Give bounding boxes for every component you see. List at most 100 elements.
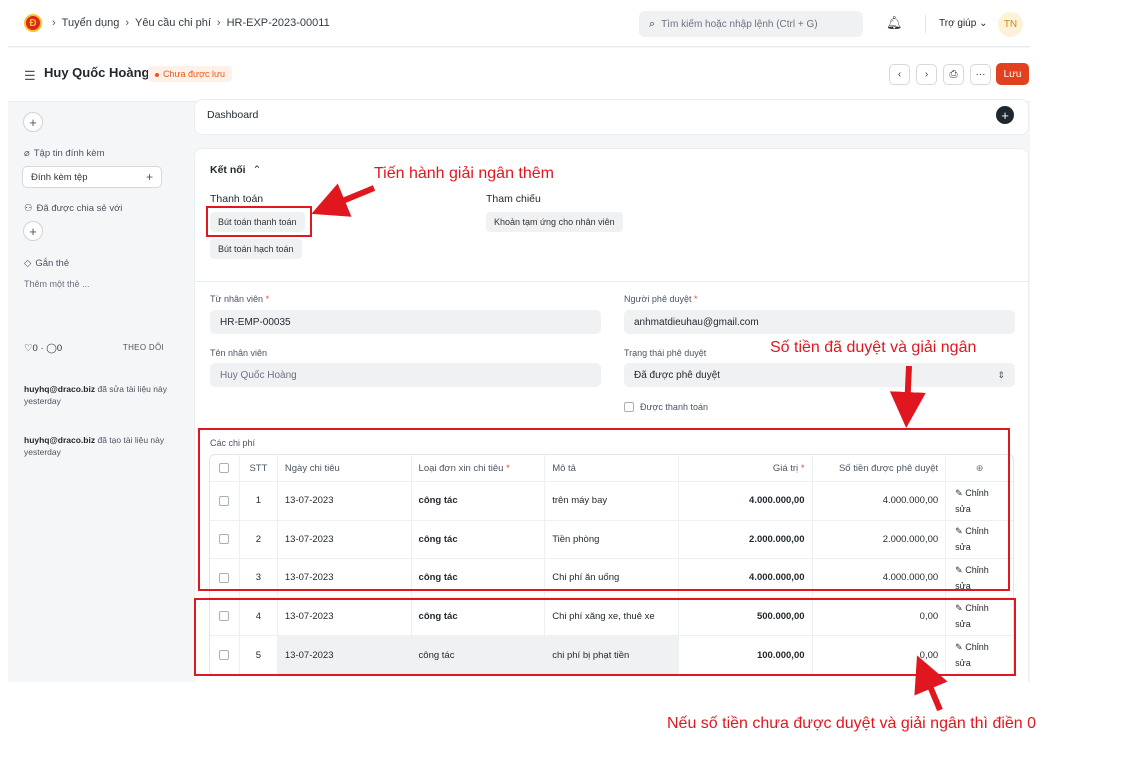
note-disburse-more: Tiến hành giải ngân thêm [374, 165, 554, 182]
likes-count: 0 [32, 343, 38, 354]
highlight-approved-rows [198, 428, 1010, 591]
required-mark: * [265, 294, 270, 304]
connections-title-text: Kết nối [210, 164, 246, 176]
shared-with-text: Đã được chia sẻ với [36, 203, 123, 214]
employee-advance-link[interactable]: Khoản tạm ứng cho nhân viên [486, 212, 623, 232]
help-label: Trợ giúp [939, 18, 977, 29]
employee-field[interactable]: HR-EMP-00035 [210, 310, 601, 334]
tags-text: Gắn thẻ [35, 258, 70, 269]
plus-icon: + [145, 170, 153, 184]
dashboard-toggle-button[interactable]: + [996, 106, 1014, 124]
activity-item: huyhq@draco.biz đã tạo tài liệu này yeste… [24, 434, 174, 458]
add-tag-link[interactable]: Thêm một thẻ ... [24, 279, 90, 289]
highlight-payment-entry [206, 206, 312, 237]
divider [195, 281, 1030, 282]
approval-status-select[interactable]: Đã được phê duyệt ⇕ [624, 363, 1015, 387]
heart-icon[interactable]: ♡ [24, 343, 33, 354]
employee-name-label: Tên nhân viên [210, 348, 268, 358]
breadcrumb-expense-claim[interactable]: Yêu cầu chi phí [135, 17, 211, 29]
attachments-text: Tập tin đính kèm [33, 148, 105, 159]
likes-comments: ♡0 · ◯0 [24, 343, 63, 354]
activity-user[interactable]: huyhq@draco.biz [24, 384, 95, 394]
approver-field[interactable]: anhmatdieuhau@gmail.com [624, 310, 1015, 334]
employee-label-text: Từ nhân viên [210, 294, 264, 304]
dashboard-section: Dashboard + [194, 99, 1029, 135]
tag-icon: ◇ [24, 258, 32, 269]
avatar[interactable]: TN [998, 12, 1023, 37]
likes-comments-row: ♡0 · ◯0 THEO DÕI [24, 343, 164, 354]
plus-icon: + [29, 114, 37, 130]
attach-file-label: Đính kèm tệp [31, 171, 88, 183]
sidebar: + ⌀ Tập tin đính kèm Đính kèm tệp + ⚇ Đã đư… [8, 103, 190, 682]
follow-button[interactable]: THEO DÕI [123, 343, 164, 354]
chevron-up-icon: ⌃ [252, 164, 262, 176]
add-assign-button[interactable]: + [23, 112, 43, 132]
breadcrumb-document[interactable]: HR-EXP-2023-00011 [227, 17, 330, 29]
print-button[interactable]: ⎙ [943, 64, 964, 85]
bell-icon[interactable]: 🔔︎ [886, 15, 903, 31]
breadcrumb-recruitment[interactable]: Tuyển dụng [62, 17, 120, 29]
page: Đ › Tuyển dụng › Yêu cầu chi phí › HR-EX… [0, 0, 1139, 757]
attach-file-button[interactable]: Đính kèm tệp + [22, 166, 162, 188]
more-button[interactable]: ··· [970, 64, 991, 85]
chevron-right-icon: › [125, 17, 130, 29]
status-badge-label: Chưa được lưu [163, 69, 225, 79]
connections-title[interactable]: Kết nối ⌃ [210, 164, 261, 176]
plus-icon: + [1001, 107, 1009, 123]
employee-name-field: Huy Quốc Hoàng [210, 363, 601, 387]
paid-label: Được thanh toán [640, 402, 708, 412]
page-head: ☰ Huy Quốc Hoàng Chưa được lưu ‹ › ⎙ ···… [8, 48, 1030, 102]
approver-label: Người phê duyệt * [624, 294, 698, 304]
chevron-right-icon: › [924, 69, 929, 80]
save-button[interactable]: Lưu [996, 63, 1029, 85]
note-approved-disbursed: Số tiền đã duyệt và giải ngân [770, 339, 977, 356]
payment-label: Thanh toán [210, 193, 264, 205]
status-badge: Chưa được lưu [148, 66, 232, 82]
chevron-left-icon: ‹ [897, 69, 902, 80]
page-title: Huy Quốc Hoàng [44, 65, 150, 80]
chevron-right-icon: › [52, 17, 56, 29]
search-input[interactable]: ⌕ Tìm kiếm hoặc nhập lệnh (Ctrl + G) [639, 11, 863, 37]
attachments-label: ⌀ Tập tin đính kèm [24, 148, 105, 159]
paperclip-icon: ⌀ [24, 148, 30, 159]
help-menu[interactable]: Trợ giúp ⌄ [939, 18, 987, 29]
approval-status-label: Trạng thái phê duyệt [624, 348, 707, 358]
status-dot-icon [155, 72, 159, 77]
paid-checkbox[interactable] [624, 402, 634, 412]
next-button[interactable]: › [916, 64, 937, 85]
plus-icon: + [29, 223, 37, 239]
comment-icon[interactable]: ◯ [46, 343, 57, 354]
dashboard-title[interactable]: Dashboard [207, 109, 258, 121]
printer-icon: ⎙ [949, 69, 958, 80]
activity-user[interactable]: huyhq@draco.biz [24, 435, 95, 445]
journal-entry-link[interactable]: Bút toán hạch toán [210, 239, 302, 259]
menu-icon[interactable]: ☰ [24, 68, 36, 84]
users-icon: ⚇ [24, 203, 33, 214]
activity-time: yesterday [24, 396, 61, 406]
activity-text: đã sửa tài liệu này [97, 384, 167, 394]
chevron-down-icon: ⌄ [979, 18, 988, 29]
note-fill-zero: Nếu số tiền chưa được duyệt và giải ngân… [667, 715, 1037, 732]
chevron-right-icon: › [216, 17, 221, 29]
activity-time: yesterday [24, 447, 61, 457]
activity-item: huyhq@draco.biz đã sửa tài liệu này yeste… [24, 383, 174, 407]
comments-count: 0 [56, 343, 63, 354]
reference-label: Tham chiếu [486, 193, 541, 205]
select-arrows-icon: ⇕ [997, 369, 1005, 380]
share-button[interactable]: + [23, 221, 43, 241]
required-mark: * [693, 294, 698, 304]
approver-label-text: Người phê duyệt [624, 294, 692, 304]
top-navbar: Đ › Tuyển dụng › Yêu cầu chi phí › HR-EX… [8, 0, 1030, 47]
search-placeholder: Tìm kiếm hoặc nhập lệnh (Ctrl + G) [661, 18, 818, 30]
employee-label: Từ nhân viên * [210, 294, 269, 304]
search-icon: ⌕ [649, 17, 656, 30]
highlight-zero-rows [194, 598, 1016, 676]
approval-status-value: Đã được phê duyệt [634, 369, 721, 381]
more-icon: ··· [975, 69, 986, 80]
divider [925, 15, 926, 33]
tags-label: ◇ Gắn thẻ [24, 258, 69, 269]
app-logo[interactable]: Đ [24, 14, 42, 32]
prev-button[interactable]: ‹ [889, 64, 910, 85]
activity-text: đã tạo tài liệu này [97, 435, 165, 445]
breadcrumb: › Tuyển dụng › Yêu cầu chi phí › HR-EXP-… [52, 17, 330, 29]
